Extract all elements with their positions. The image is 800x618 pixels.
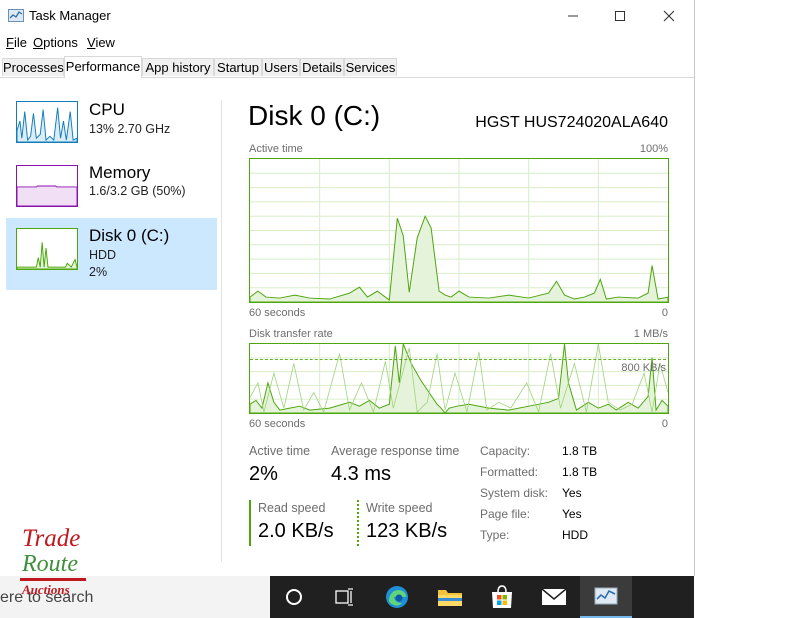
sidebar-item-disk[interactable]: Disk 0 (C:) HDD 2%	[6, 218, 217, 290]
cortana-button[interactable]	[268, 576, 320, 618]
type-value: HDD	[562, 528, 588, 542]
capacity-label: Capacity:	[480, 444, 531, 458]
tab-details[interactable]: Details	[300, 58, 344, 76]
system-disk-value: Yes	[562, 486, 582, 500]
cortana-circle-icon	[286, 589, 302, 605]
page-file-label: Page file:	[480, 507, 531, 521]
tab-startup[interactable]: Startup	[214, 58, 262, 76]
write-speed-value: 123 KB/s	[366, 520, 448, 542]
minimize-button[interactable]	[550, 0, 596, 32]
edge-button[interactable]	[371, 576, 423, 618]
read-speed-marker	[249, 500, 251, 546]
cpu-thumbnail-graph	[16, 101, 78, 143]
store-button[interactable]	[476, 576, 528, 618]
active-time-graph-label: Active time	[249, 143, 303, 155]
write-speed-marker	[357, 500, 359, 546]
menu-options[interactable]: Options	[33, 35, 78, 50]
sidebar-item-cpu[interactable]: CPU 13% 2.70 GHz	[6, 96, 217, 168]
task-view-icon	[335, 588, 353, 606]
file-explorer-button[interactable]	[424, 576, 476, 618]
mail-button[interactable]	[528, 576, 580, 618]
sidebar-label-disk: Disk 0 (C:)	[89, 226, 170, 245]
task-manager-icon	[8, 9, 24, 22]
trade-route-logo-line3: Auctions	[22, 582, 70, 597]
store-bag-icon	[492, 585, 512, 608]
transfer-rate-graph	[249, 343, 669, 414]
avg-response-value: 4.3 ms	[331, 463, 392, 485]
type-label: Type:	[480, 528, 510, 542]
tab-processes[interactable]: Processes	[2, 58, 64, 76]
active-time-graph-min: 0	[661, 307, 668, 319]
menu-file[interactable]: File	[6, 35, 27, 50]
disk-model: HGST HUS724020ALA640	[475, 114, 668, 131]
transfer-rate-graph-max: 1 MB/s	[633, 328, 668, 340]
close-icon	[663, 10, 675, 22]
formatted-label: Formatted:	[480, 465, 539, 479]
window-title: Task Manager	[29, 8, 111, 23]
tab-services[interactable]: Services	[344, 58, 397, 76]
transfer-rate-graph-min: 0	[661, 418, 668, 430]
memory-thumbnail-graph	[16, 165, 78, 207]
active-time-graph	[249, 158, 669, 303]
read-speed-value: 2.0 KB/s	[258, 520, 334, 542]
menu-view[interactable]: View	[87, 35, 115, 50]
task-view-button[interactable]	[318, 576, 370, 618]
sidebar-sub-cpu: 13% 2.70 GHz	[89, 122, 171, 136]
folder-icon	[438, 590, 462, 606]
task-manager-icon	[594, 587, 618, 605]
disk-thumbnail-graph	[16, 228, 78, 270]
system-disk-label: System disk:	[480, 486, 549, 500]
maximize-icon	[615, 11, 625, 21]
trade-route-logo-line1: Trade	[22, 525, 81, 552]
active-time-label: Active time	[249, 444, 311, 458]
sidebar-sub-disk-usage: 2%	[89, 265, 108, 279]
title-bar[interactable]: Task Manager	[0, 0, 694, 32]
write-speed-label: Write speed	[366, 501, 433, 515]
avg-response-label: Average response time	[331, 444, 460, 458]
page-file-value: Yes	[562, 507, 582, 521]
sidebar-label-memory: Memory	[89, 163, 151, 182]
tab-app-history[interactable]: App history	[142, 58, 214, 76]
logo-underline	[20, 578, 86, 581]
edge-browser-icon	[386, 586, 408, 608]
active-time-value: 2%	[249, 463, 278, 485]
maximize-button[interactable]	[597, 0, 643, 32]
tab-strip: Processes Performance App history Startu…	[0, 56, 694, 78]
formatted-value: 1.8 TB	[562, 465, 598, 479]
transfer-rate-graph-mid: 800 KB/s	[621, 362, 666, 374]
task-manager-window: Task Manager File Options View Processes…	[0, 0, 695, 576]
tab-users[interactable]: Users	[262, 58, 300, 76]
transfer-rate-graph-label: Disk transfer rate	[249, 328, 333, 340]
close-button[interactable]	[646, 0, 692, 32]
tab-performance[interactable]: Performance	[64, 56, 142, 78]
sidebar-divider[interactable]	[221, 100, 222, 562]
sidebar-sub-disk-type: HDD	[89, 248, 117, 262]
capacity-value: 1.8 TB	[562, 444, 598, 458]
active-time-graph-time: 60 seconds	[249, 307, 306, 319]
minimize-icon	[568, 15, 578, 17]
mail-envelope-icon	[541, 588, 567, 605]
transfer-rate-graph-time: 60 seconds	[249, 418, 306, 430]
page-title: Disk 0 (C:)	[248, 100, 381, 131]
read-speed-label: Read speed	[258, 501, 326, 515]
sidebar-label-cpu: CPU	[89, 100, 125, 119]
sidebar-sub-memory: 1.6/3.2 GB (50%)	[89, 184, 186, 198]
active-time-graph-max: 100%	[639, 143, 668, 155]
trade-route-logo-line2: Route	[22, 551, 78, 577]
task-manager-taskbar-button[interactable]	[580, 576, 632, 618]
